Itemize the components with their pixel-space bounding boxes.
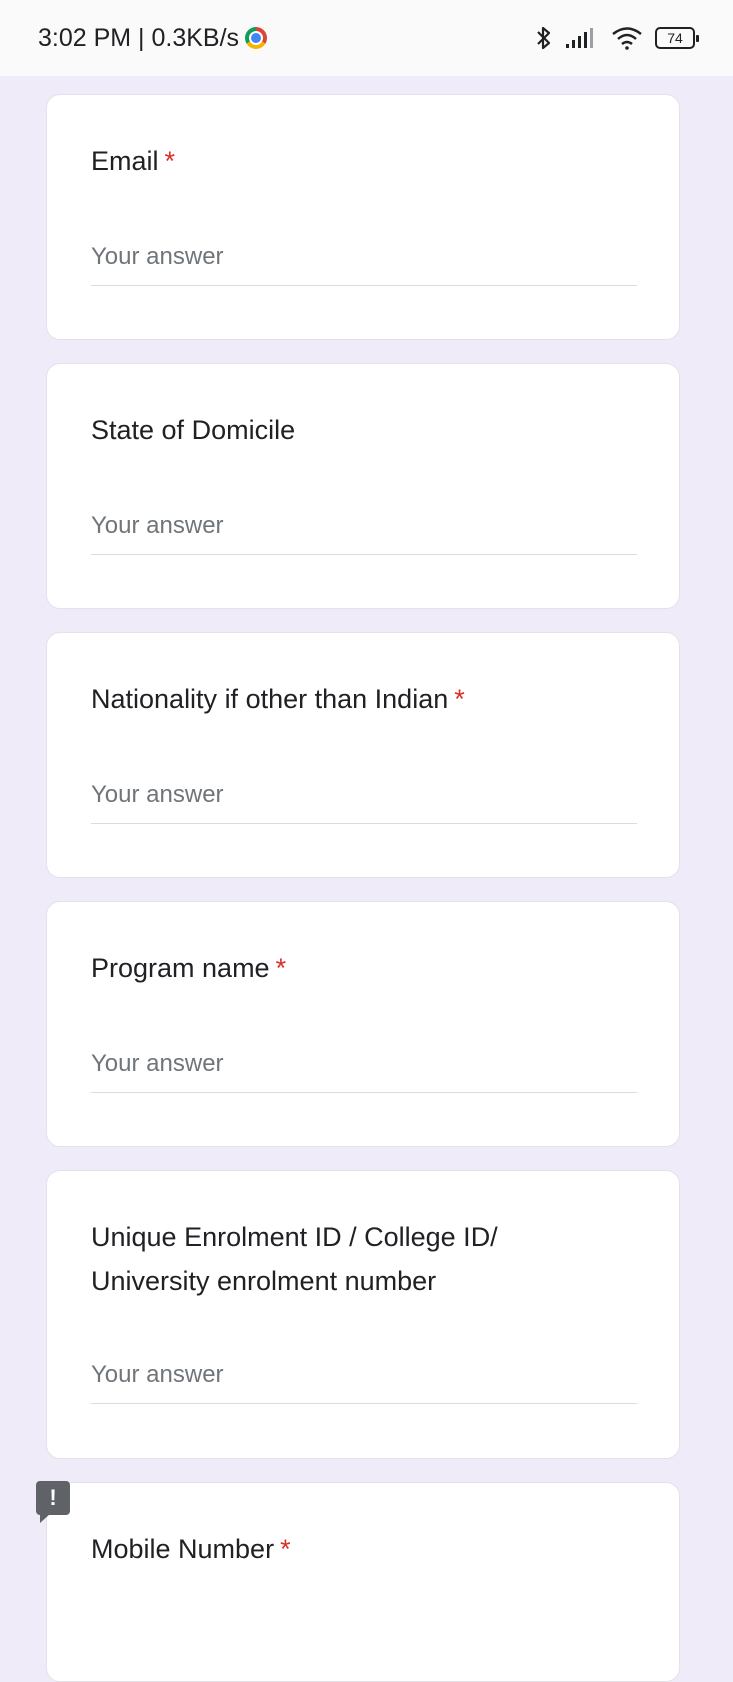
question-card-program-name: Program name * [46, 901, 680, 1147]
question-title: Nationality if other than Indian * [91, 677, 465, 721]
status-left: 3:02 PM | 0.3KB/s [38, 23, 268, 53]
question-label: Mobile Number [91, 1534, 275, 1564]
signal-icon [566, 28, 593, 48]
question-card-email: Email * [46, 94, 680, 340]
question-label: Nationality if other than Indian [91, 684, 449, 714]
nationality-field[interactable] [91, 781, 637, 824]
question-label-line2: University enrolment number [91, 1266, 437, 1296]
required-asterisk: * [275, 953, 287, 983]
question-title: Program name * [91, 946, 286, 990]
required-asterisk: * [280, 1534, 291, 1564]
question-label: Email [91, 146, 159, 176]
status-right: 74 [535, 25, 699, 51]
question-card-mobile-number: Mobile Number * [46, 1482, 680, 1682]
status-bar: 3:02 PM | 0.3KB/s 74 [0, 0, 733, 76]
question-label: Program name [91, 953, 270, 983]
email-field[interactable] [91, 243, 637, 286]
bluetooth-icon [537, 26, 551, 50]
feedback-icon[interactable]: ! [36, 1481, 70, 1523]
question-title: Mobile Number * [91, 1527, 291, 1571]
state-of-domicile-field[interactable] [91, 512, 637, 555]
question-label: State of Domicile [91, 415, 296, 445]
program-name-field[interactable] [91, 1050, 637, 1093]
battery-icon: 74 [655, 27, 699, 49]
question-title: Email * [91, 139, 175, 183]
question-card-nationality: Nationality if other than Indian * [46, 632, 680, 878]
chrome-icon [245, 27, 268, 49]
question-label-line1: Unique Enrolment ID / College ID/ [91, 1222, 498, 1252]
question-title: Unique Enrolment ID / College ID/ Univer… [91, 1215, 498, 1303]
required-asterisk: * [454, 684, 465, 714]
question-title: State of Domicile [91, 408, 295, 452]
required-asterisk: * [164, 146, 176, 176]
enrolment-id-field[interactable] [91, 1361, 637, 1404]
status-time-speed: 3:02 PM | 0.3KB/s [38, 23, 240, 52]
wifi-icon [612, 27, 642, 50]
question-card-state-of-domicile: State of Domicile [46, 363, 680, 609]
question-card-enrolment-id: Unique Enrolment ID / College ID/ Univer… [46, 1170, 680, 1459]
